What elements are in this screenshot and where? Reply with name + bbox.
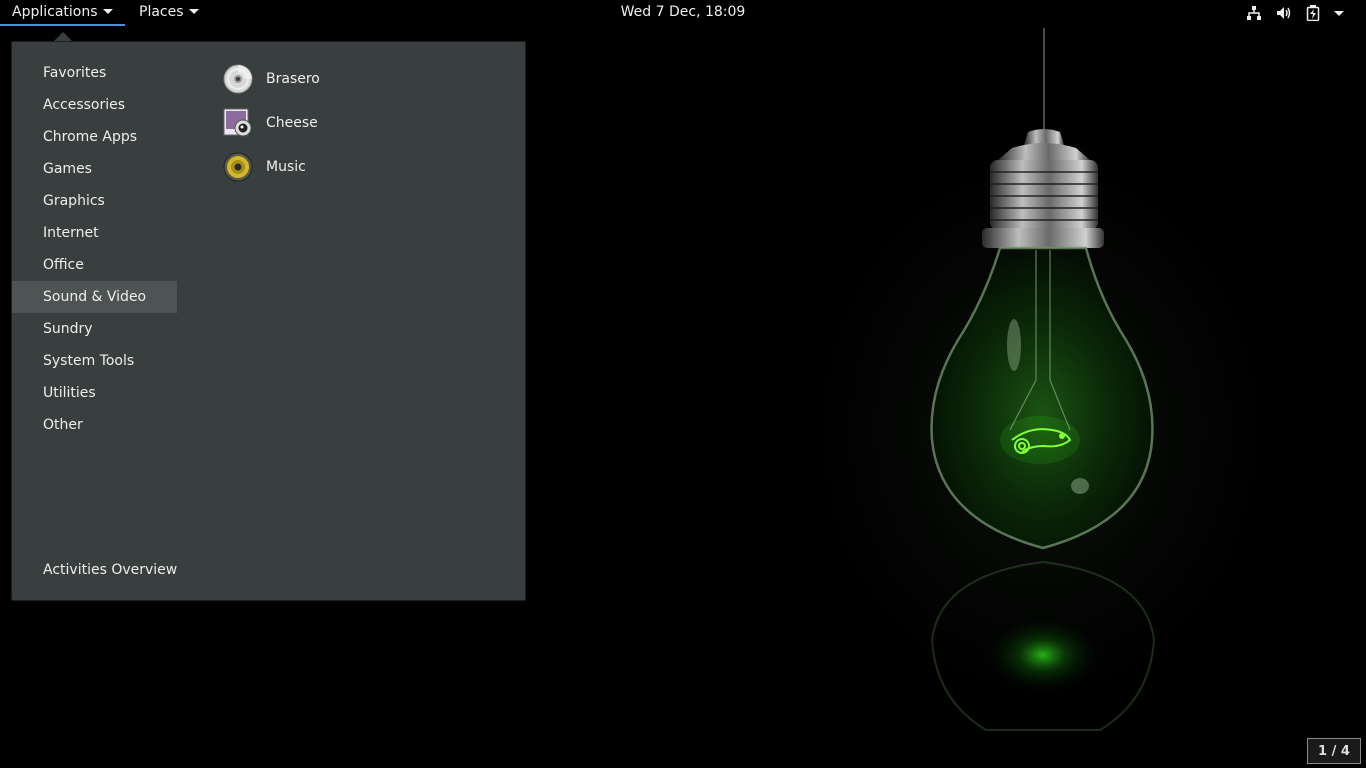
category-accessories[interactable]: Accessories <box>12 89 177 121</box>
clock[interactable]: Wed 7 Dec, 18:09 <box>0 0 1366 25</box>
category-office[interactable]: Office <box>12 249 177 281</box>
applications-menu: Favorites Accessories Chrome Apps Games … <box>11 41 526 601</box>
speaker-icon <box>223 152 253 182</box>
category-sundry[interactable]: Sundry <box>12 313 177 345</box>
battery-charging-icon[interactable] <box>1306 5 1320 21</box>
category-chrome-apps[interactable]: Chrome Apps <box>12 121 177 153</box>
webcam-icon <box>223 108 252 137</box>
category-sound-video[interactable]: Sound & Video <box>12 281 177 313</box>
app-item-cheese[interactable]: Cheese <box>220 101 320 145</box>
system-menu-arrow-icon[interactable] <box>1334 10 1344 16</box>
category-internet[interactable]: Internet <box>12 217 177 249</box>
app-label: Brasero <box>266 71 320 87</box>
app-label: Music <box>266 159 306 175</box>
app-item-brasero[interactable]: Brasero <box>220 57 320 101</box>
volume-icon[interactable] <box>1276 5 1292 21</box>
category-system-tools[interactable]: System Tools <box>12 345 177 377</box>
category-games[interactable]: Games <box>12 153 177 185</box>
status-area[interactable] <box>1246 0 1344 26</box>
workspace-indicator[interactable]: 1 / 4 <box>1307 738 1361 764</box>
category-other[interactable]: Other <box>12 409 177 441</box>
app-item-music[interactable]: Music <box>220 145 320 189</box>
app-list: Brasero Cheese Music <box>220 57 320 189</box>
category-list: Favorites Accessories Chrome Apps Games … <box>12 57 177 441</box>
category-graphics[interactable]: Graphics <box>12 185 177 217</box>
network-wired-icon[interactable] <box>1246 5 1262 21</box>
disc-burner-icon <box>223 64 253 94</box>
desktop-background: Applications Places Wed 7 Dec, 18:09 Fav… <box>0 0 1366 768</box>
activities-overview-item[interactable]: Activities Overview <box>43 554 177 586</box>
category-favorites[interactable]: Favorites <box>12 57 177 89</box>
app-label: Cheese <box>266 115 318 131</box>
category-utilities[interactable]: Utilities <box>12 377 177 409</box>
top-bar: Applications Places Wed 7 Dec, 18:09 <box>0 0 1366 26</box>
